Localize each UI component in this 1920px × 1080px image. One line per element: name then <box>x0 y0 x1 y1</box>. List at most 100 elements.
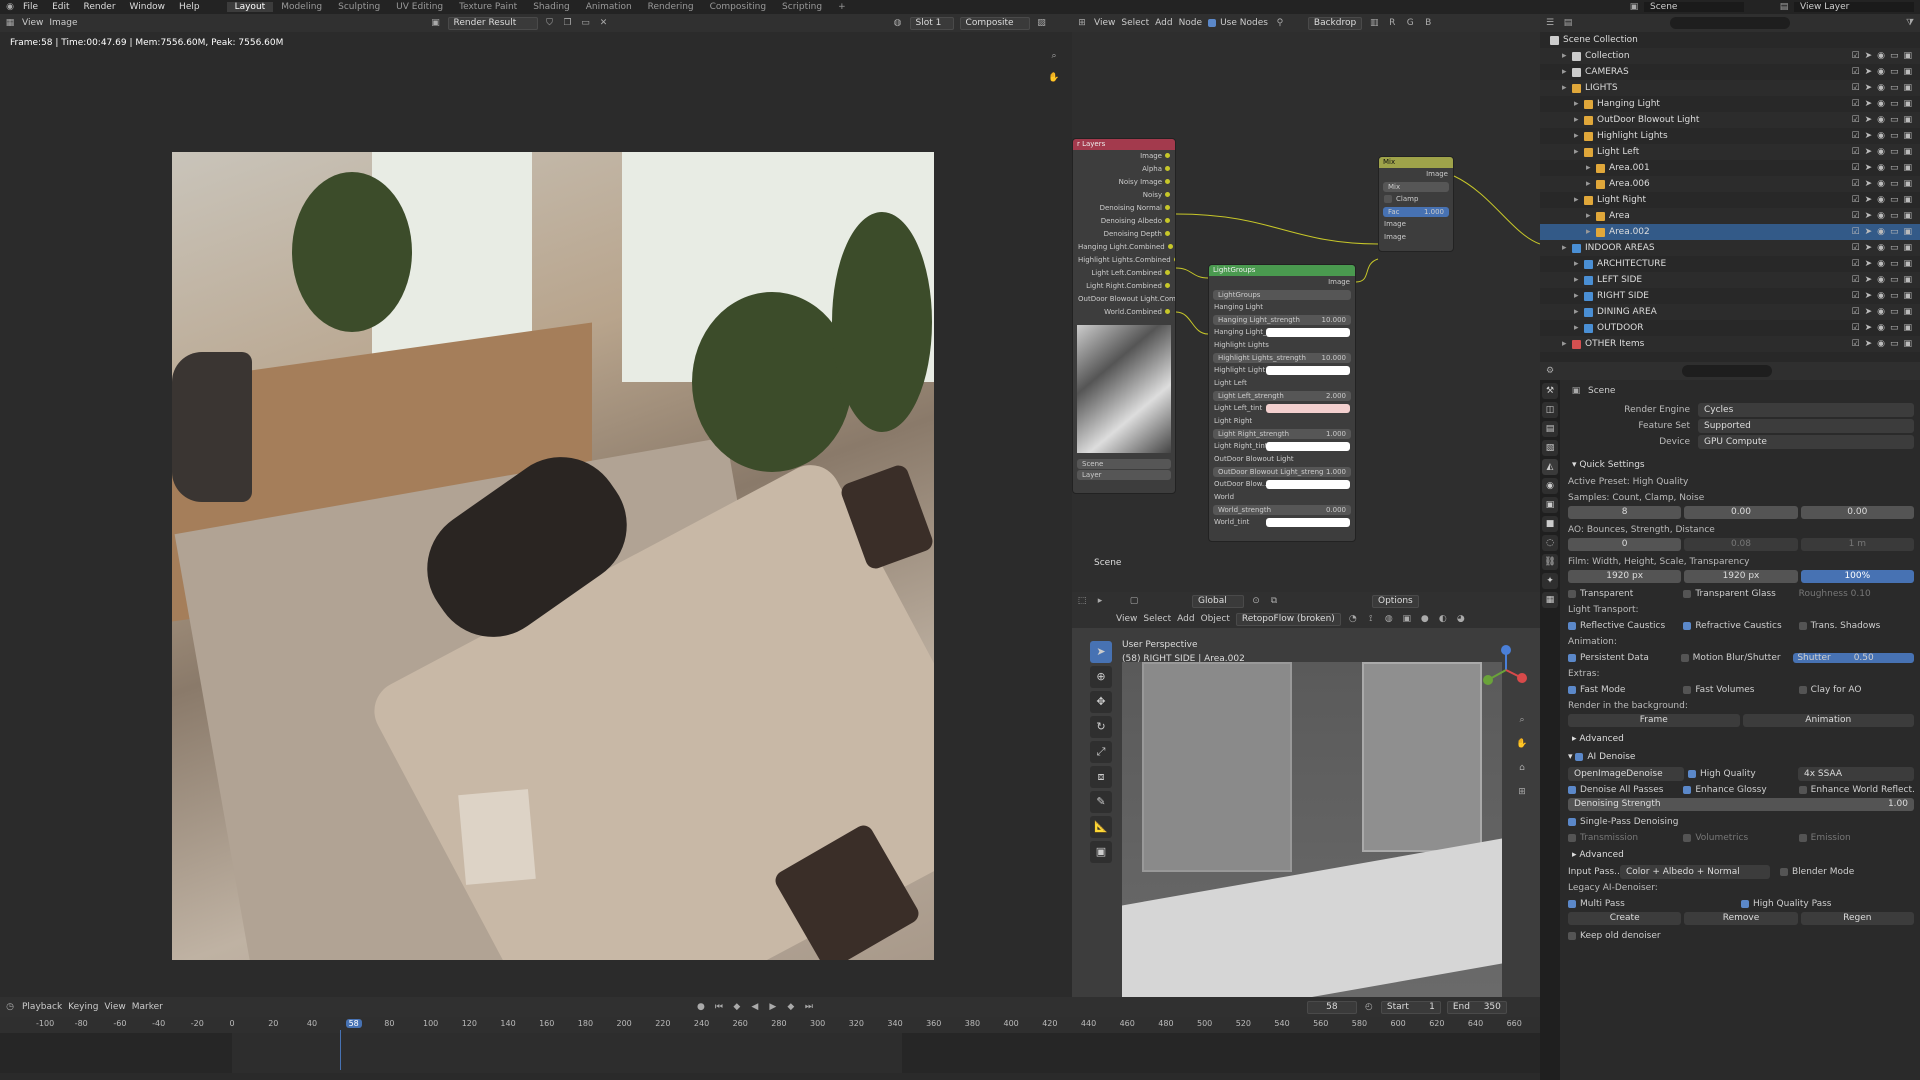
single-pass-checkbox[interactable]: Single-Pass Denoising <box>1568 817 1914 827</box>
overlay-icon[interactable]: ◍ <box>892 17 904 29</box>
camera-view-icon[interactable]: ⌂ <box>1516 762 1528 774</box>
render-icon[interactable]: ▣ <box>1903 115 1912 125</box>
jump-end-icon[interactable]: ⏭ <box>803 1001 815 1013</box>
retopoflow-button[interactable]: RetopoFlow (broken) <box>1235 612 1341 626</box>
outliner-item[interactable]: ▸ Area.002 ☑ ➤ ◉ ▭ ▣ <box>1540 224 1920 240</box>
camera-icon[interactable]: ▭ <box>1890 339 1899 349</box>
checkbox-icon[interactable]: ☑ <box>1851 291 1859 301</box>
editor-type-icon[interactable]: ⚙ <box>1544 365 1556 377</box>
eye-icon[interactable]: ◉ <box>1877 51 1885 61</box>
editor-type-icon[interactable]: ☰ <box>1544 17 1556 29</box>
outliner-item[interactable]: ▸ OTHER Items ☑ ➤ ◉ ▭ ▣ <box>1540 336 1920 352</box>
menu-view[interactable]: View <box>22 18 43 28</box>
select-arrow-icon[interactable]: ➤ <box>1865 67 1873 77</box>
camera-icon[interactable]: ▭ <box>1890 179 1899 189</box>
world-tab-icon[interactable]: ◉ <box>1542 478 1558 494</box>
camera-icon[interactable]: ▭ <box>1890 323 1899 333</box>
select-arrow-icon[interactable]: ➤ <box>1865 195 1873 205</box>
expand-arrow-icon[interactable]: ▸ <box>1574 307 1584 317</box>
remove-button[interactable]: Remove <box>1684 912 1798 925</box>
tool-tab-icon[interactable]: ⚒ <box>1542 383 1558 399</box>
clay-ao-checkbox[interactable]: Clay for AO <box>1798 685 1914 695</box>
samples-count-field[interactable]: 8 <box>1568 506 1682 519</box>
menu-object[interactable]: Object <box>1201 614 1230 624</box>
film-scale-field[interactable]: 100% <box>1800 570 1914 583</box>
menu-view[interactable]: View <box>1116 614 1137 624</box>
menu-window[interactable]: Window <box>123 2 173 12</box>
menu-file[interactable]: File <box>16 2 45 12</box>
pivot-icon[interactable]: ⊙ <box>1250 595 1262 607</box>
pan-hand-icon[interactable]: ✋ <box>1048 72 1060 84</box>
end-frame-field[interactable]: End 350 <box>1446 1000 1507 1014</box>
select-arrow-icon[interactable]: ➤ <box>1865 339 1873 349</box>
select-arrow-icon[interactable]: ➤ <box>1865 291 1873 301</box>
start-frame-field[interactable]: Start 1 <box>1380 1000 1441 1014</box>
input-pass-dropdown[interactable]: Color + Albedo + Normal <box>1620 865 1770 879</box>
editor-type-icon[interactable]: ⬚ <box>1076 595 1088 607</box>
emission-checkbox[interactable]: Emission <box>1798 833 1914 843</box>
transform-tool-icon[interactable]: ⧈ <box>1090 766 1112 788</box>
expand-arrow-icon[interactable]: ▸ <box>1586 227 1596 237</box>
editor-type-icon[interactable]: ◷ <box>4 1001 16 1013</box>
clock-icon[interactable]: ◴ <box>1363 1001 1375 1013</box>
eye-icon[interactable]: ◉ <box>1877 291 1885 301</box>
checkbox-icon[interactable]: ☑ <box>1851 195 1859 205</box>
expand-arrow-icon[interactable]: ▸ <box>1562 67 1572 77</box>
image-name-field[interactable]: Render Result <box>447 16 538 30</box>
visibility-icon[interactable]: ◔ <box>1347 613 1359 625</box>
select-tool-icon[interactable]: ➤ <box>1090 641 1112 663</box>
jump-start-icon[interactable]: ⏮ <box>713 1001 725 1013</box>
outliner-item[interactable]: ▸ Light Left ☑ ➤ ◉ ▭ ▣ <box>1540 144 1920 160</box>
fast-volumes-checkbox[interactable]: Fast Volumes <box>1683 685 1798 695</box>
menu-image[interactable]: Image <box>49 18 77 28</box>
select-arrow-icon[interactable]: ➤ <box>1865 83 1873 93</box>
render-icon[interactable]: ▣ <box>1903 179 1912 189</box>
render-engine-dropdown[interactable]: Cycles <box>1698 403 1914 417</box>
play-reverse-icon[interactable]: ◀ <box>749 1001 761 1013</box>
denoising-strength-field[interactable]: Denoising Strength 1.00 <box>1568 798 1914 811</box>
expand-arrow-icon[interactable]: ▸ <box>1574 99 1584 109</box>
scene-selector[interactable]: Scene <box>1644 2 1744 12</box>
tab-sculpting[interactable]: Sculpting <box>330 2 388 12</box>
render-icon[interactable]: ▣ <box>1903 227 1912 237</box>
eye-icon[interactable]: ◉ <box>1877 339 1885 349</box>
eye-icon[interactable]: ◉ <box>1877 99 1885 109</box>
regen-button[interactable]: Regen <box>1800 912 1914 925</box>
roughness-field[interactable]: Roughness 0.10 <box>1799 589 1914 599</box>
menu-edit[interactable]: Edit <box>45 2 76 12</box>
scale-tool-icon[interactable]: ⤢ <box>1090 741 1112 763</box>
render-icon[interactable]: ▣ <box>1903 323 1912 333</box>
outliner-item[interactable]: ▸ Hanging Light ☑ ➤ ◉ ▭ ▣ <box>1540 96 1920 112</box>
select-arrow-icon[interactable]: ➤ <box>1865 51 1873 61</box>
tab-shading[interactable]: Shading <box>525 2 578 12</box>
hq-pass-checkbox[interactable]: High Quality Pass <box>1741 899 1914 909</box>
ao-strength-field[interactable]: 0.08 <box>1684 538 1798 551</box>
expand-arrow-icon[interactable]: ▸ <box>1562 339 1572 349</box>
film-height-field[interactable]: 1920 px <box>1684 570 1798 583</box>
texture-tab-icon[interactable]: ▦ <box>1542 592 1558 608</box>
play-icon[interactable]: ▶ <box>767 1001 779 1013</box>
view-layer-tab-icon[interactable]: ▧ <box>1542 440 1558 456</box>
render-icon[interactable]: ▣ <box>1903 339 1912 349</box>
eye-icon[interactable]: ◉ <box>1877 227 1885 237</box>
view-layer-selector[interactable]: View Layer <box>1794 2 1914 12</box>
xray-icon[interactable]: ▣ <box>1401 613 1413 625</box>
outliner-item[interactable]: ▸ ARCHITECTURE ☑ ➤ ◉ ▭ ▣ <box>1540 256 1920 272</box>
expand-arrow-icon[interactable]: ▸ <box>1574 195 1584 205</box>
ao-bounces-field[interactable]: 0 <box>1568 538 1682 551</box>
open-image-icon[interactable]: ▭ <box>580 17 592 29</box>
record-icon[interactable]: ● <box>695 1001 707 1013</box>
eye-icon[interactable]: ◉ <box>1877 147 1885 157</box>
outliner-item[interactable]: ▸ Light Right ☑ ➤ ◉ ▭ ▣ <box>1540 192 1920 208</box>
menu-playback[interactable]: Playback <box>22 1002 62 1012</box>
outliner-item[interactable]: ▸ LEFT SIDE ☑ ➤ ◉ ▭ ▣ <box>1540 272 1920 288</box>
render-icon[interactable]: ▣ <box>1903 99 1912 109</box>
checkbox-icon[interactable]: ☑ <box>1851 99 1859 109</box>
display-mode-icon[interactable]: ▤ <box>1562 17 1574 29</box>
add-workspace-icon[interactable]: + <box>830 2 854 12</box>
outliner-item[interactable]: ▸ RIGHT SIDE ☑ ➤ ◉ ▭ ▣ <box>1540 288 1920 304</box>
quick-settings-panel-header[interactable]: ▾ Quick Settings <box>1540 456 1920 474</box>
expand-arrow-icon[interactable]: ▸ <box>1574 275 1584 285</box>
zoom-icon[interactable]: ⌕ <box>1048 50 1060 62</box>
transmission-checkbox[interactable]: Transmission <box>1568 833 1683 843</box>
